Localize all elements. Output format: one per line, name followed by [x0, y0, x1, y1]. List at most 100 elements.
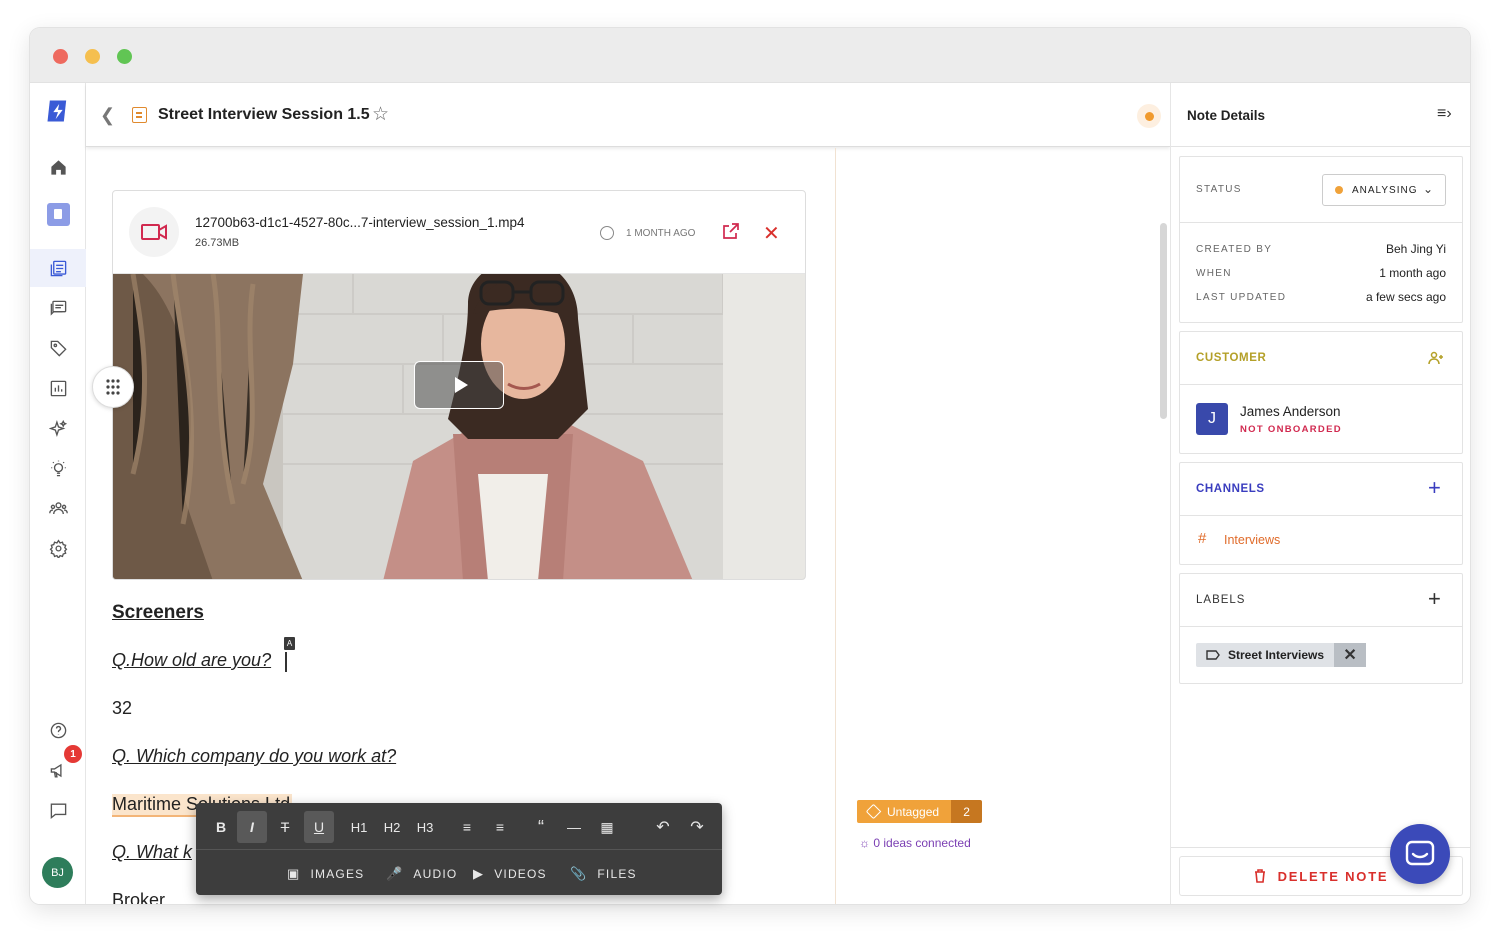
horizontal-rule-icon[interactable]: — [559, 811, 589, 843]
answer-1: 32 [112, 698, 133, 718]
video-icon: ▶ [473, 866, 485, 881]
minimize-window-button[interactable] [85, 49, 100, 64]
status-dropdown[interactable]: ANALYSING ⌄ [1322, 174, 1446, 206]
video-player[interactable] [113, 274, 805, 579]
sidebar-item-ideas[interactable] [30, 449, 86, 487]
insert-videos-button[interactable]: ▶ VIDEOS [473, 866, 547, 882]
play-button[interactable] [414, 361, 504, 409]
last-updated-label: LAST UPDATED [1196, 292, 1287, 303]
untagged-count: 2 [951, 800, 983, 823]
channels-card: CHANNELS + # Interviews [1179, 462, 1463, 565]
drag-handle-icon[interactable] [92, 366, 134, 408]
image-icon: ▣ [287, 866, 301, 881]
sync-status-indicator [1137, 104, 1161, 128]
maximize-window-button[interactable] [117, 49, 132, 64]
created-by-label: CREATED BY [1196, 244, 1273, 255]
user-avatar[interactable]: BJ [42, 857, 73, 888]
heading1-button[interactable]: H1 [344, 811, 374, 843]
status-label: STATUS [1196, 184, 1242, 195]
labels-card: LABELS + Street Interviews ✕ [1179, 573, 1463, 684]
sidebar-item-tags[interactable] [30, 329, 86, 367]
tag-summary[interactable]: Untagged 2 [857, 800, 983, 823]
support-chat-button[interactable] [1390, 824, 1450, 884]
ideas-connected[interactable]: ☼ 0 ideas connected [859, 836, 971, 850]
heading2-button[interactable]: H2 [377, 811, 407, 843]
close-window-button[interactable] [53, 49, 68, 64]
status-card: STATUS ANALYSING ⌄ CREATED BY Beh Jing Y… [1179, 156, 1463, 323]
notebook-icon [46, 202, 70, 226]
note-details-panel: Note Details ≡› STATUS ANALYSING ⌄ CREAT… [1170, 83, 1470, 904]
underline-button[interactable]: U [304, 811, 334, 843]
redo-icon[interactable]: ↷ [682, 811, 712, 843]
add-channel-icon[interactable]: + [1428, 475, 1441, 501]
sidebar-item-feedback[interactable] [30, 289, 86, 327]
app-logo[interactable] [30, 93, 86, 129]
customers-icon [48, 501, 68, 514]
text-cursor [285, 652, 287, 672]
sidebar-item-customers[interactable] [30, 489, 86, 527]
sidebar-item-notebook[interactable] [30, 195, 86, 233]
announcement-icon [50, 763, 62, 778]
files-label: FILES [597, 867, 637, 881]
sidebar-item-analytics[interactable] [30, 369, 86, 407]
insert-audio-button[interactable]: 🎤 AUDIO [386, 866, 457, 882]
trash-icon [1254, 869, 1265, 883]
notes-icon [50, 260, 66, 276]
collapse-panel-icon[interactable]: ≡› [1437, 105, 1452, 123]
bullet-list-icon[interactable]: ≡ [452, 811, 482, 843]
quote-icon[interactable]: “ [526, 811, 556, 843]
status-dot [1335, 186, 1343, 194]
announcements-button[interactable]: 1 [30, 745, 86, 789]
add-label-icon[interactable]: + [1428, 586, 1441, 612]
collaborator-cursor-tag: A [284, 637, 295, 650]
numbered-list-icon[interactable]: ≡ [485, 811, 515, 843]
audio-label: AUDIO [413, 867, 458, 881]
insert-images-button[interactable]: ▣ IMAGES [287, 866, 364, 882]
sidebar-item-ai[interactable] [30, 409, 86, 447]
remove-label-icon[interactable]: ✕ [1334, 643, 1367, 667]
chat-icon [50, 802, 66, 819]
scrollbar[interactable] [1160, 223, 1167, 419]
label-chip[interactable]: Street Interviews ✕ [1196, 643, 1367, 667]
chat-bubble-icon [1405, 840, 1435, 866]
videos-label: VIDEOS [494, 867, 547, 881]
note-editor[interactable]: 12700b63-d1c1-4527-80c...7-interview_ses… [86, 148, 836, 904]
help-icon [50, 722, 66, 738]
customer-avatar: J [1196, 403, 1228, 435]
help-button[interactable] [30, 711, 86, 749]
label-icon [1206, 650, 1220, 660]
chevron-down-icon: ⌄ [1422, 182, 1433, 196]
channels-section-title: CHANNELS [1196, 483, 1265, 495]
note-header: ❮ Street Interview Session 1.5 ☆ [86, 83, 1170, 147]
sidebar-item-settings[interactable] [30, 529, 86, 567]
back-icon[interactable]: ❮ [100, 105, 115, 126]
last-updated-value: a few secs ago [1365, 290, 1446, 304]
table-icon[interactable]: ▦ [592, 811, 622, 843]
when-value: 1 month ago [1379, 266, 1446, 280]
customer-group-icon[interactable] [1428, 350, 1444, 366]
formatting-toolbar: B I T U H1 H2 H3 ≡ ≡ “ — ▦ ↶ ↷ ▣ IMAGES 🎤… [196, 803, 722, 895]
channel-item[interactable]: Interviews [1224, 533, 1280, 547]
notification-badge: 1 [64, 745, 82, 763]
when-label: WHEN [1196, 268, 1232, 279]
video-camera-icon [129, 207, 179, 257]
undo-icon[interactable]: ↶ [648, 811, 678, 843]
italic-button[interactable]: I [237, 811, 267, 843]
question-2: Q. Which company do you work at? [112, 746, 397, 766]
customer-row[interactable]: J James Anderson NOT ONBOARDED [1180, 385, 1462, 453]
chat-button[interactable] [30, 791, 86, 829]
strikethrough-button[interactable]: T [270, 811, 300, 843]
sidebar-item-notes[interactable] [30, 249, 86, 287]
star-icon[interactable]: ☆ [372, 103, 389, 126]
remove-attachment-icon[interactable]: ✕ [763, 221, 780, 246]
heading3-button[interactable]: H3 [410, 811, 440, 843]
page-title: Street Interview Session 1.5 [158, 106, 370, 123]
bold-button[interactable]: B [206, 811, 236, 843]
ideas-connected-text: 0 ideas connected [873, 836, 971, 850]
open-external-icon[interactable] [723, 223, 739, 239]
sidebar-item-home[interactable] [30, 148, 86, 186]
video-filename: 12700b63-d1c1-4527-80c...7-interview_ses… [195, 215, 525, 230]
note-icon [132, 107, 147, 123]
answer-3: Broker [112, 890, 166, 904]
insert-files-button[interactable]: 📎 FILES [570, 866, 637, 882]
